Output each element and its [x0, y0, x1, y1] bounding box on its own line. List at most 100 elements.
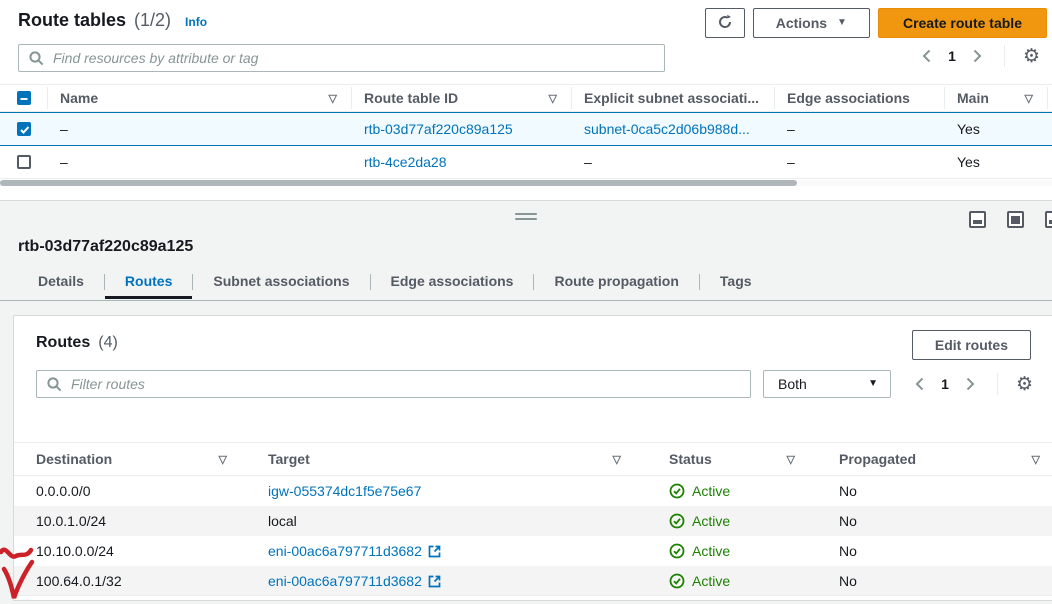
search-icon [29, 51, 44, 66]
divider [1004, 45, 1005, 67]
chevron-down-icon: ▼ [837, 18, 847, 28]
column-header-target[interactable]: Target▽ [251, 451, 641, 467]
routes-filter-input[interactable] [37, 371, 750, 397]
cell-propagated: No [821, 573, 1052, 589]
panel-split-layout-icon[interactable] [1007, 211, 1024, 228]
prev-page-icon[interactable] [918, 45, 934, 67]
route-table-id-link[interactable]: rtb-4ce2da28 [352, 154, 572, 170]
cell-status: Active [641, 543, 821, 559]
header-actions: Actions ▼ Create route table [705, 8, 1047, 38]
settings-gear-icon[interactable]: ⚙ [1016, 375, 1033, 394]
panel-side-layout-icon[interactable] [1045, 211, 1052, 228]
tab-routes[interactable]: Routes [105, 265, 192, 299]
cell-target: igw-055374dc1f5e75e67 [251, 483, 641, 499]
select-all-cell [0, 87, 48, 109]
refresh-button[interactable] [705, 8, 745, 38]
page-number[interactable]: 1 [948, 48, 956, 64]
scrollbar-thumb[interactable] [0, 180, 797, 186]
row-checkbox-checked[interactable] [17, 122, 31, 136]
row-select-cell [0, 118, 48, 140]
tab-route-propagation[interactable]: Route propagation [534, 265, 698, 299]
detail-panel: rtb-03d77af220c89a125 Details Routes Sub… [0, 200, 1052, 604]
status-active-icon [669, 543, 685, 559]
subnet-association-link[interactable]: subnet-0ca5c2d06b988d... [572, 121, 775, 137]
external-link-icon[interactable] [428, 575, 441, 588]
external-link-icon[interactable] [428, 545, 441, 558]
cell-name: – [48, 121, 352, 137]
detail-tabs: Details Routes Subnet associations Edge … [18, 265, 772, 299]
target-link[interactable]: eni-00ac6a797711d3682 [268, 573, 422, 589]
sort-icon[interactable]: ▽ [613, 453, 621, 466]
routes-table: Destination▽ Target▽ Status▽ Propagated▽… [14, 442, 1052, 596]
table-row: – rtb-4ce2da28 – – Yes [0, 146, 1052, 179]
search-icon [47, 377, 62, 392]
row-select-cell [0, 151, 48, 173]
table-header-row: Name▽ Route table ID▽ Explicit subnet as… [0, 84, 1052, 112]
column-header-propagated[interactable]: Propagated▽ [821, 451, 1052, 467]
tab-tags[interactable]: Tags [700, 265, 772, 299]
routes-card: Routes (4) Edit routes Both ▼ 1 ⚙ [13, 315, 1052, 601]
tab-details[interactable]: Details [18, 265, 104, 299]
status-active-icon [669, 483, 685, 499]
column-header-explicit-subnet[interactable]: Explicit subnet associati... [572, 87, 775, 109]
sort-icon[interactable]: ▽ [219, 453, 227, 466]
column-header-destination[interactable]: Destination▽ [14, 451, 251, 467]
settings-gear-icon[interactable]: ⚙ [1023, 47, 1040, 66]
cell-propagated: No [821, 483, 1052, 499]
routes-title: Routes [36, 334, 90, 352]
page-header: Route tables (1/2) Info [18, 10, 207, 31]
search-input[interactable] [19, 45, 664, 71]
sort-icon[interactable]: ▽ [1025, 92, 1033, 105]
actions-button[interactable]: Actions ▼ [753, 8, 870, 38]
sort-icon[interactable]: ▽ [1032, 453, 1040, 466]
routes-filter [36, 370, 751, 398]
resource-search [18, 44, 665, 72]
route-row: 0.0.0.0/0 igw-055374dc1f5e75e67 Active N… [14, 476, 1052, 506]
next-page-icon[interactable] [963, 373, 979, 395]
route-row: 100.64.0.1/32 eni-00ac6a797711d3682 Acti… [14, 566, 1052, 596]
prev-page-icon[interactable] [911, 373, 927, 395]
tab-edge-associations[interactable]: Edge associations [371, 265, 534, 299]
cell-name: – [48, 154, 352, 170]
panel-bottom-layout-icon[interactable] [969, 211, 986, 228]
status-active-icon [669, 573, 685, 589]
row-checkbox-unchecked[interactable] [17, 155, 31, 169]
split-panel-drag-handle[interactable] [515, 213, 537, 223]
divider [997, 373, 998, 395]
cell-edge: – [775, 154, 945, 170]
routes-card-header: Routes (4) [36, 334, 118, 352]
routes-header-row: Destination▽ Target▽ Status▽ Propagated▽ [14, 442, 1052, 476]
sort-icon[interactable]: ▽ [329, 92, 337, 105]
column-header-route-table-id[interactable]: Route table ID▽ [352, 87, 572, 109]
column-header-status[interactable]: Status▽ [641, 451, 821, 467]
routes-filter-dropdown[interactable]: Both ▼ [763, 370, 891, 398]
column-header-main[interactable]: Main▽ [945, 87, 1048, 109]
route-table-id-link[interactable]: rtb-03d77af220c89a125 [352, 121, 572, 137]
edit-routes-button[interactable]: Edit routes [912, 330, 1031, 360]
cell-target: local [251, 513, 641, 529]
page-count: (1/2) [134, 10, 171, 31]
status-active-icon [669, 513, 685, 529]
info-link[interactable]: Info [185, 15, 207, 29]
column-header-edge-associations[interactable]: Edge associations [775, 87, 945, 109]
target-link[interactable]: eni-00ac6a797711d3682 [268, 543, 422, 559]
cell-propagated: No [821, 543, 1052, 559]
route-tables-console: Route tables (1/2) Info Actions ▼ Create… [0, 0, 1052, 604]
route-tables-table: Name▽ Route table ID▽ Explicit subnet as… [0, 84, 1052, 179]
column-header-name[interactable]: Name▽ [48, 87, 352, 109]
tab-subnet-associations[interactable]: Subnet associations [193, 265, 369, 299]
sort-icon[interactable]: ▽ [549, 92, 557, 105]
create-route-table-button[interactable]: Create route table [878, 8, 1047, 38]
page-title: Route tables [18, 10, 126, 31]
cell-destination: 100.64.0.1/32 [14, 573, 251, 589]
cell-destination: 10.10.0.0/24 [14, 543, 251, 559]
sort-icon[interactable]: ▽ [787, 453, 795, 466]
next-page-icon[interactable] [970, 45, 986, 67]
target-link[interactable]: igw-055374dc1f5e75e67 [268, 483, 421, 499]
cell-propagated: No [821, 513, 1052, 529]
page-number[interactable]: 1 [941, 376, 949, 392]
table-row: – rtb-03d77af220c89a125 subnet-0ca5c2d06… [0, 112, 1052, 146]
cell-destination: 0.0.0.0/0 [14, 483, 251, 499]
divider [0, 300, 1052, 301]
select-all-checkbox[interactable] [17, 91, 31, 105]
